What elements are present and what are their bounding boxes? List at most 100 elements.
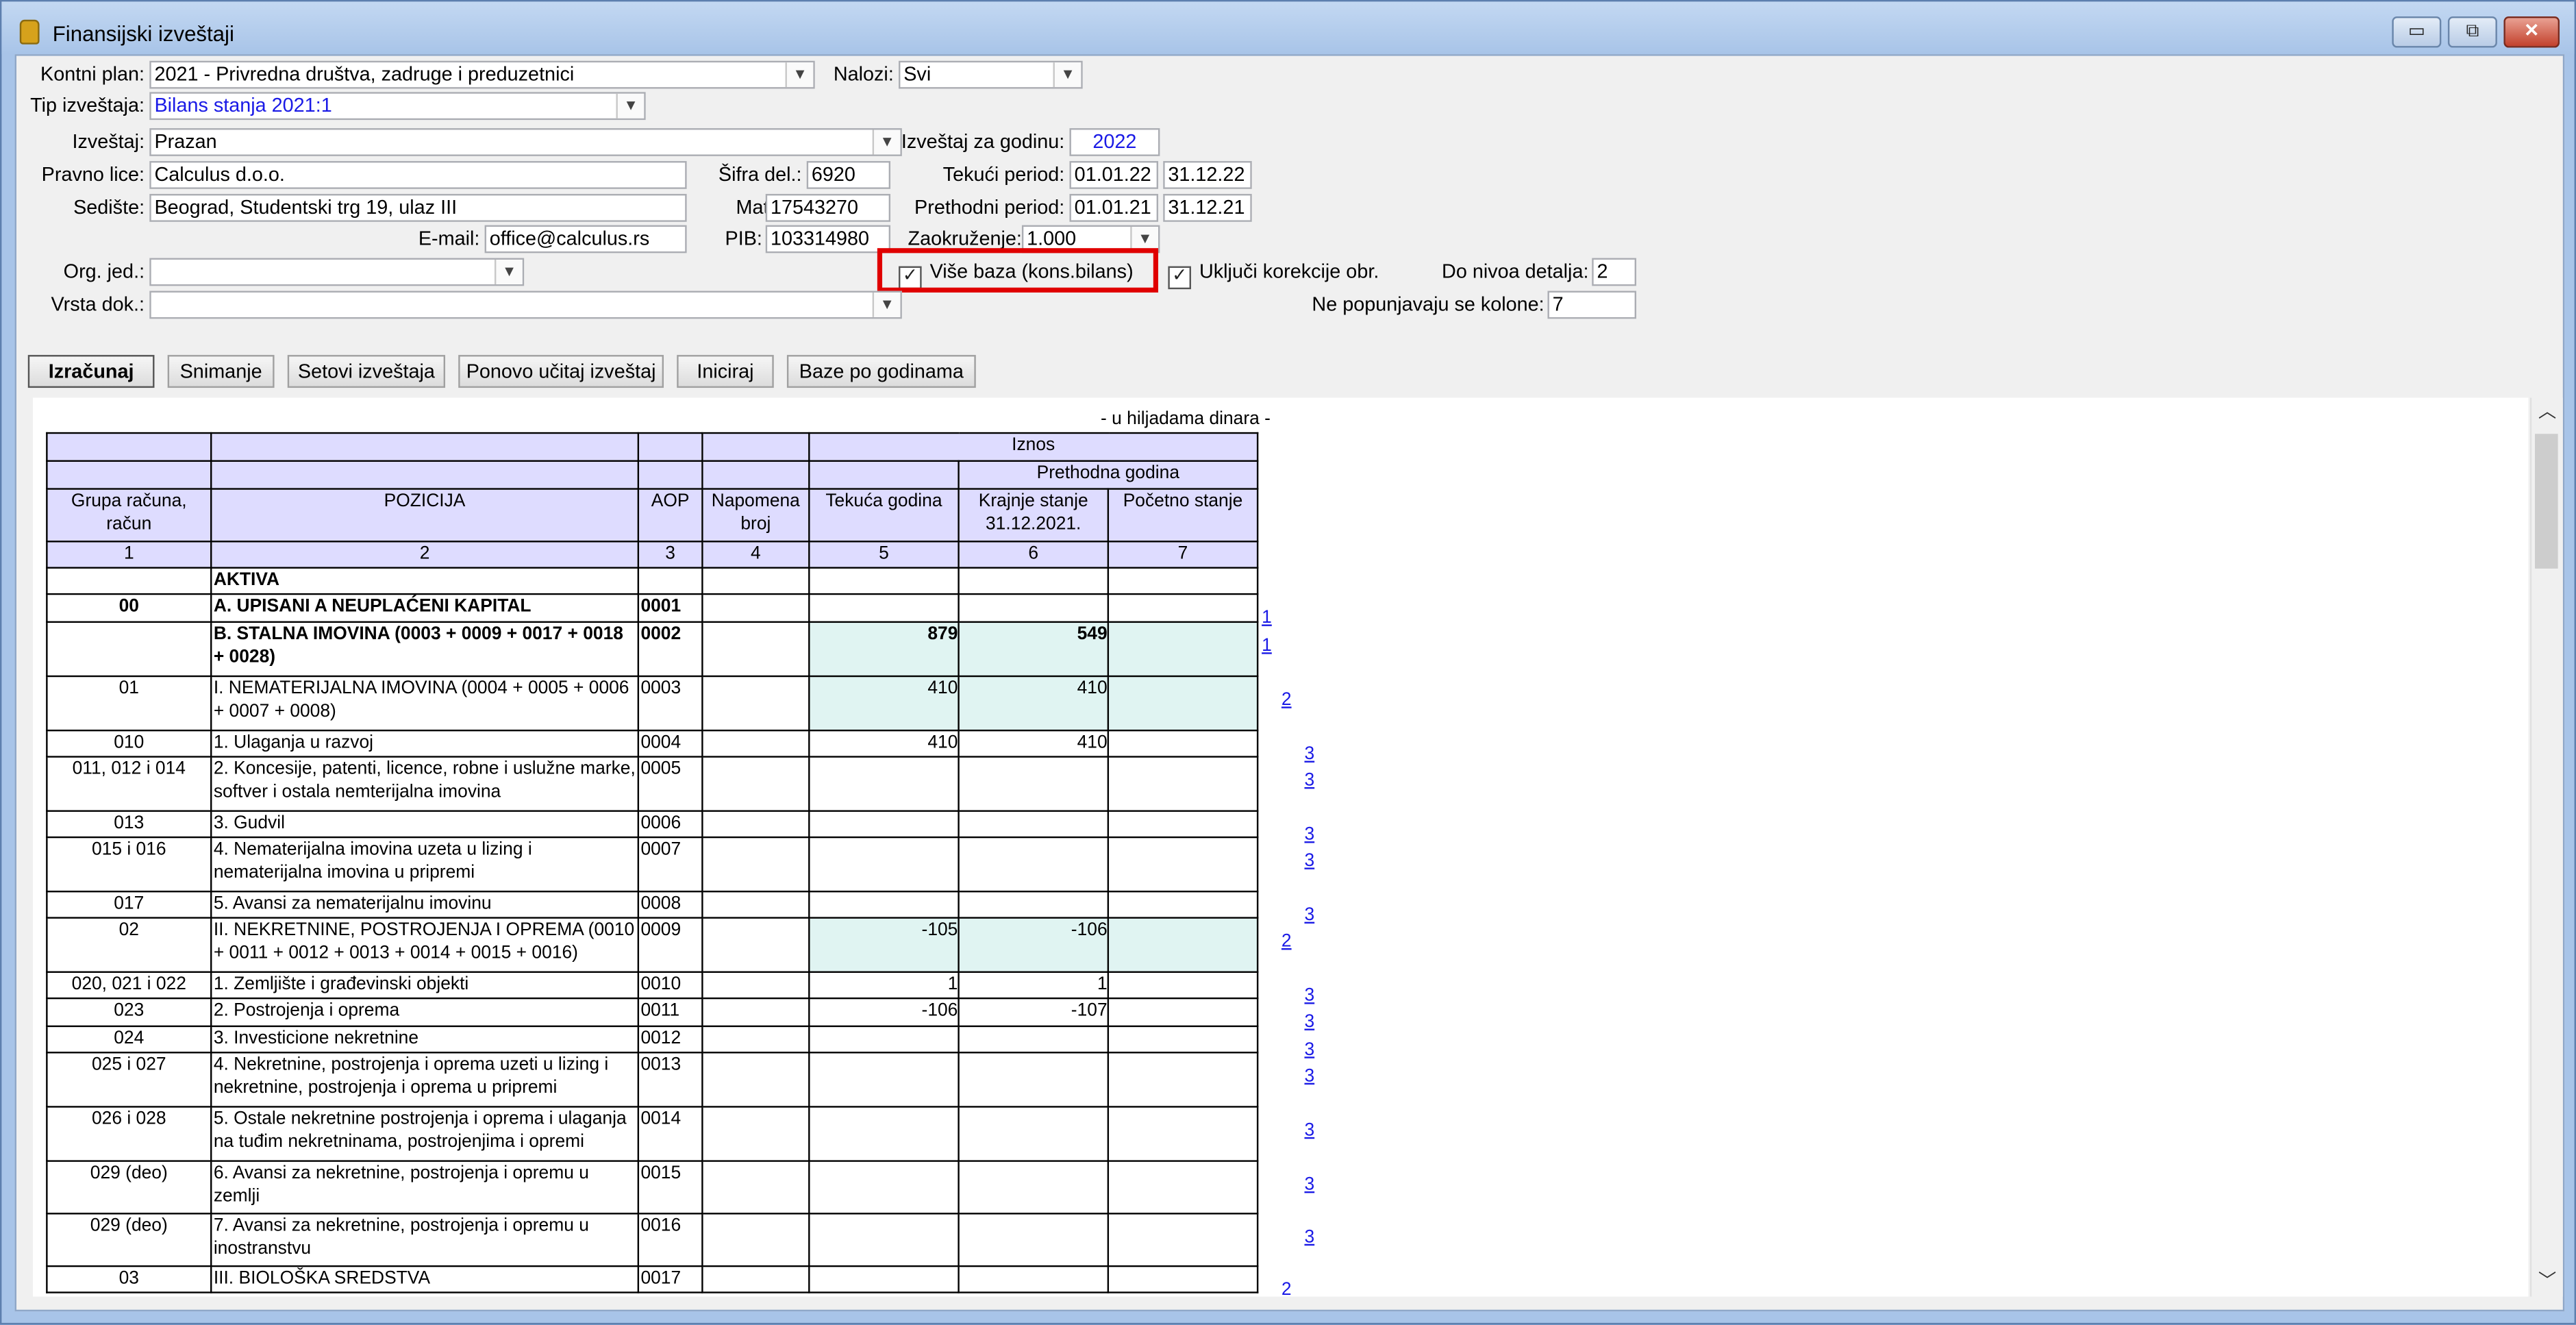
scroll-up-icon[interactable]: ︿: [2531, 397, 2563, 427]
baze-po-godinama-button[interactable]: Baze po godinama: [786, 355, 976, 388]
cell-aop: 0014: [637, 1106, 703, 1162]
ukljuci-korekcije-checkbox[interactable]: ✓ Uključi korekcije obr.: [1168, 258, 1379, 290]
detail-level-link[interactable]: 2: [1281, 689, 1292, 712]
cell-pocetno: [1107, 1052, 1259, 1108]
table-row: 023 2. Postrojenja i oprema 0011 -106 -107: [46, 997, 1259, 1028]
prethodni-period-to[interactable]: 31.12.21: [1163, 194, 1252, 222]
mat-br-field[interactable]: 17543270: [765, 194, 891, 222]
tekuci-period-from[interactable]: 01.01.22: [1069, 161, 1159, 189]
table-row: 024 3. Investicione nekretnine 0012: [46, 1025, 1259, 1054]
cell-grupa: 029 (deo): [46, 1160, 212, 1215]
cell-grupa: [46, 621, 212, 678]
detail-level-link[interactable]: 1: [1262, 634, 1272, 658]
sediste-field[interactable]: Beograd, Studentski trg 19, ulaz III: [149, 194, 687, 222]
zaokruzenje-value: 1.000: [1027, 227, 1077, 250]
client-area: Kontni plan: 2021 - Privredna društva, z…: [14, 54, 2565, 1312]
cell-pozicija: 2. Postrojenja i oprema: [210, 997, 640, 1028]
cell-pozicija: II. NEKRETNINE, POSTROJENJA I OPREMA (00…: [210, 917, 640, 973]
cell-pocetno: [1107, 917, 1259, 973]
cell-pozicija: 5. Ostale nekretnine postrojenja i oprem…: [210, 1106, 640, 1162]
checkmark-icon[interactable]: ✓: [1168, 266, 1191, 290]
detail-level-link[interactable]: 3: [1304, 1065, 1314, 1088]
pib-label: PIB:: [725, 227, 762, 250]
detail-level-link[interactable]: 3: [1304, 985, 1314, 1008]
detail-level-link[interactable]: 3: [1304, 1174, 1314, 1197]
chevron-down-icon[interactable]: ▼: [785, 62, 814, 88]
cell-aop: 0007: [637, 836, 703, 893]
header-cell-empty: [46, 460, 212, 490]
prethodni-period-label: Prethodni period:: [914, 195, 1065, 219]
minimize-button[interactable]: ▭: [2392, 16, 2442, 48]
cell-tekuca: 410: [808, 729, 960, 758]
cell-krajnje: [958, 1052, 1110, 1108]
detail-level-link[interactable]: 1: [1262, 606, 1272, 630]
detail-level-link[interactable]: 3: [1304, 1226, 1314, 1249]
chevron-down-icon[interactable]: ▼: [1053, 62, 1081, 88]
detail-level-link[interactable]: 2: [1281, 1278, 1292, 1297]
ne-popunjavaju-field[interactable]: 7: [1547, 290, 1637, 319]
kontni-plan-value: 2021 - Privredna društva, zadruge i pred…: [154, 62, 575, 86]
do-nivoa-detalja-field[interactable]: 2: [1592, 258, 1637, 286]
detail-level-link[interactable]: 3: [1304, 850, 1314, 873]
chevron-down-icon[interactable]: ▼: [872, 129, 901, 155]
vertical-scrollbar[interactable]: ︿ ﹀: [2529, 397, 2563, 1297]
snimanje-button[interactable]: Snimanje: [167, 355, 275, 388]
cell-tekuca: [808, 1160, 960, 1215]
tekuci-period-to[interactable]: 31.12.22: [1163, 161, 1252, 189]
kontni-plan-label: Kontni plan:: [40, 62, 145, 86]
izracunaj-button[interactable]: Izračunaj: [27, 355, 155, 388]
tip-izvestaja-combo[interactable]: Bilans stanja 2021:1 ▼: [149, 92, 646, 121]
sifra-del-field[interactable]: 6920: [806, 161, 891, 189]
cell-pozicija: III. BIOLOŠKA SREDSTVA: [210, 1265, 640, 1293]
chevron-down-icon[interactable]: ▼: [494, 259, 523, 284]
izvestaj-combo[interactable]: Prazan ▼: [149, 128, 902, 156]
nalozi-combo[interactable]: Svi ▼: [899, 60, 1083, 89]
email-label: E-mail:: [418, 227, 480, 250]
ne-popunjavaju-label: Ne popunjavaju se kolone:: [1312, 292, 1545, 316]
setovi-izvestaja-button[interactable]: Setovi izveštaja: [287, 355, 446, 388]
detail-level-link[interactable]: 3: [1304, 904, 1314, 927]
report-panel: - u hiljadama dinara - Iznos Prethodna g…: [32, 397, 2529, 1297]
pib-field[interactable]: 103314980: [765, 225, 891, 253]
cell-pocetno: [1107, 593, 1259, 623]
table-row: 013 3. Gudvil 0006: [46, 810, 1259, 839]
kontni-plan-combo[interactable]: 2021 - Privredna društva, zadruge i pred…: [149, 60, 815, 89]
cell-krajnje: 549: [958, 621, 1110, 678]
maximize-button[interactable]: ⧉: [2447, 16, 2497, 48]
detail-level-link[interactable]: 3: [1304, 1011, 1314, 1034]
izvestaj-za-godinu-field[interactable]: 2022: [1069, 128, 1160, 156]
cell-grupa: 020, 021 i 022: [46, 971, 212, 1000]
cell-aop: 0008: [637, 891, 703, 919]
detail-level-link[interactable]: 3: [1304, 1119, 1314, 1142]
tip-izvestaja-label: Tip izveštaja:: [30, 93, 145, 117]
detail-level-link[interactable]: 3: [1304, 824, 1314, 847]
cell-grupa: 017: [46, 891, 212, 919]
iniciraj-button[interactable]: Iniciraj: [677, 355, 774, 388]
screen: Finansijski izveštaji ▭ ⧉ ✕ Kontni plan:…: [0, 0, 2576, 1325]
detail-level-link[interactable]: 3: [1304, 743, 1314, 766]
detail-level-link[interactable]: 3: [1304, 769, 1314, 793]
header-num: 6: [958, 541, 1110, 569]
close-button[interactable]: ✕: [2503, 16, 2560, 48]
detail-level-link[interactable]: 2: [1281, 930, 1292, 954]
header-num: 7: [1107, 541, 1259, 569]
scroll-down-icon[interactable]: ﹀: [2531, 1267, 2563, 1296]
scroll-thumb[interactable]: [2535, 434, 2558, 569]
detail-level-link[interactable]: 3: [1304, 1039, 1314, 1062]
cell-pozicija: 3. Investicione nekretnine: [210, 1025, 640, 1054]
chevron-down-icon[interactable]: ▼: [872, 292, 901, 317]
cell-krajnje: -107: [958, 997, 1110, 1028]
org-jed-combo[interactable]: ▼: [149, 258, 525, 286]
prethodni-period-from[interactable]: 01.01.21: [1069, 194, 1159, 222]
email-field[interactable]: office@calculus.rs: [484, 225, 687, 253]
pravno-lice-field[interactable]: Calculus d.o.o.: [149, 161, 687, 189]
header-cell-empty: [701, 432, 810, 462]
title-bar[interactable]: Finansijski izveštaji ▭ ⧉ ✕: [1, 1, 2575, 55]
header-cell-empty: [637, 460, 703, 490]
header-aop: AOP: [637, 488, 703, 543]
vrsta-dok-combo[interactable]: ▼: [149, 290, 902, 319]
ponovo-ucitaj-button[interactable]: Ponovo učitaj izveštaj: [458, 355, 664, 388]
cell-aop: 0010: [637, 971, 703, 1000]
cell-krajnje: -106: [958, 917, 1110, 973]
chevron-down-icon[interactable]: ▼: [616, 93, 645, 119]
